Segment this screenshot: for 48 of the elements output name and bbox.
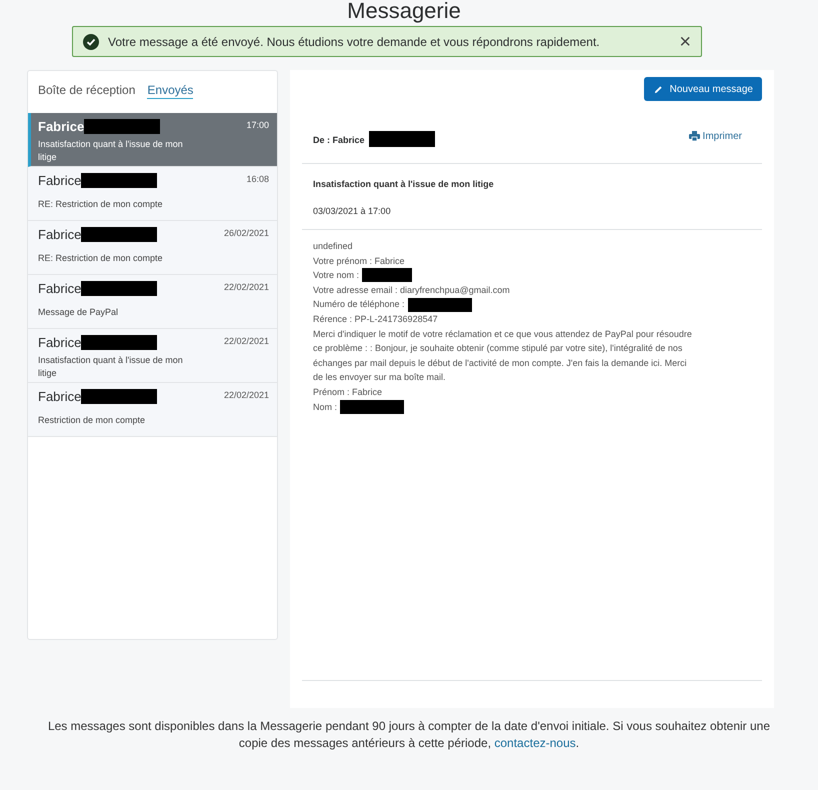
- message-time: 22/02/2021: [224, 389, 269, 402]
- folder-tab[interactable]: Boîte de réception: [38, 83, 136, 99]
- message-item[interactable]: Fabrice 22/02/2021 Restriction de mon compte: [28, 383, 277, 437]
- message-subject: Insatisfaction quant à l'issue de mon litige: [38, 354, 184, 380]
- message-text: Rérence : PP-L-241736928547: [313, 312, 438, 326]
- message-text: Merci d'indiquer le motif de votre réclamation et ce que vous attendez de PayPal pour résoudre ce problème : : Bonjour, je souhaite obtenir (comme stipulé par votre site), l'intégralité de nos échanges par mail depuis le début de l'activité de mon compte. J'en fais la demande ici. Merci de les envoyer sur ma boîte mail.: [313, 328, 693, 384]
- message-text: Prénom : Fabrice: [313, 386, 382, 399]
- sender-label: De : Fabrice: [313, 134, 365, 145]
- message-text: Votre nom :: [313, 269, 360, 282]
- message-subject: Restriction de mon compte: [38, 414, 146, 427]
- message-time: 22/02/2021: [224, 281, 269, 294]
- new-message-button[interactable]: Nouveau message: [644, 77, 762, 101]
- folder-tab[interactable]: Envoyés: [147, 83, 194, 99]
- print-link[interactable]: Imprimer: [688, 129, 742, 143]
- page-title: Messagerie: [346, 0, 462, 25]
- message-item[interactable]: Fabrice 16:08 RE: Restriction de mon compte: [28, 167, 277, 221]
- sender-name: Fabrice: [38, 334, 82, 350]
- contact-link[interactable]: contactez-nous: [494, 736, 576, 750]
- message-item[interactable]: Fabrice 17:00 Insatisfaction quant à l'issue de mon litige: [28, 113, 277, 167]
- message-time: 22/02/2021: [224, 335, 269, 348]
- message-subject: Message de PayPal: [38, 306, 120, 319]
- sender-name: Fabrice: [38, 280, 82, 296]
- printer-icon: [688, 131, 700, 141]
- banner-message: Votre message a été envoyé. Nous étudions votre demande et vous répondrons rapidement.: [108, 34, 601, 48]
- sender-name: Fabrice: [38, 226, 82, 242]
- message-text: Votre prénom : Fabrice: [313, 254, 405, 268]
- message-time: 26/02/2021: [224, 227, 269, 240]
- message-text: Numéro de téléphone :: [313, 298, 405, 312]
- message-time: 17:00: [246, 119, 269, 132]
- message-subject: RE: Restriction de mon compte: [38, 198, 164, 211]
- message-subject: Insatisfaction quant à l'issue de mon litige: [313, 179, 495, 189]
- sender-name: Fabrice: [38, 388, 82, 404]
- sender-name: Fabrice: [38, 172, 82, 188]
- close-button[interactable]: ×: [679, 34, 691, 50]
- footer-note: Les messages sont disponibles dans la Messagerie pendant 90 jours à compter de la date d'envoi initiale. Si vous souhaitez obtenir une copie des messages antérieurs à cette période, contactez-nous.: [46, 718, 772, 752]
- message-item[interactable]: Fabrice 26/02/2021 RE: Restriction de mon compte: [28, 221, 277, 275]
- message-text: Votre adresse email : diaryfrenchpua@gmail.com: [313, 284, 510, 297]
- message-item[interactable]: Fabrice 22/02/2021 Insatisfaction quant à l'issue de mon litige: [28, 329, 277, 383]
- message-subject: Insatisfaction quant à l'issue de mon litige: [38, 138, 184, 164]
- message-time: 16:08: [246, 173, 269, 186]
- message-text: undefined: [313, 240, 353, 253]
- sender-name: Fabrice: [38, 118, 84, 134]
- message-item[interactable]: Fabrice 22/02/2021 Message de PayPal: [28, 275, 277, 329]
- message-text: Nom :: [313, 400, 338, 414]
- message-date: 03/03/2021 à 17:00: [313, 206, 392, 216]
- check-circle-icon: [83, 34, 99, 50]
- pencil-icon: [654, 84, 663, 94]
- message-subject: RE: Restriction de mon compte: [38, 252, 164, 265]
